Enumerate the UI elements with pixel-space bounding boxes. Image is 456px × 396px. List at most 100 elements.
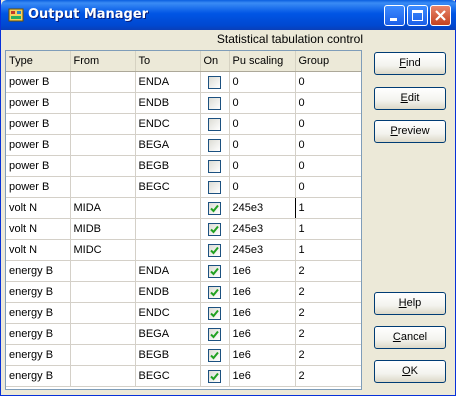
cell-on[interactable]: [200, 281, 230, 303]
table-row[interactable]: power B BEGB 0 0: [6, 155, 361, 177]
cell-to[interactable]: BEGA: [135, 323, 201, 345]
table-row[interactable]: volt N MIDC 245e3 1: [6, 239, 361, 261]
cell-to[interactable]: BEGB: [135, 344, 201, 366]
cell-on[interactable]: [200, 176, 230, 198]
cell-type[interactable]: energy B: [6, 260, 71, 282]
cell-from[interactable]: MIDA: [70, 197, 136, 219]
cell-type[interactable]: energy B: [6, 344, 71, 366]
cell-group[interactable]: 2: [295, 302, 361, 324]
cell-on[interactable]: [200, 113, 230, 135]
cell-to[interactable]: BEGB: [135, 155, 201, 177]
cell-to[interactable]: ENDC: [135, 113, 201, 135]
cell-from[interactable]: [70, 92, 136, 114]
table-row[interactable]: energy B ENDA 1e6 2: [6, 260, 361, 282]
cell-from[interactable]: MIDB: [70, 218, 136, 240]
cell-type[interactable]: volt N: [6, 218, 71, 240]
cell-from[interactable]: [70, 344, 136, 366]
cell-type[interactable]: energy B: [6, 365, 71, 387]
edit-button[interactable]: Edit: [374, 87, 446, 110]
cell-pu-scaling[interactable]: 0: [229, 92, 296, 114]
cell-from[interactable]: [70, 134, 136, 156]
table-row[interactable]: energy B BEGA 1e6 2: [6, 323, 361, 345]
cell-type[interactable]: power B: [6, 176, 71, 198]
table-row[interactable]: energy B BEGB 1e6 2: [6, 344, 361, 366]
on-checkbox[interactable]: [208, 201, 221, 215]
on-checkbox[interactable]: [208, 327, 221, 341]
on-checkbox[interactable]: [208, 180, 221, 194]
col-header-to[interactable]: To: [135, 51, 201, 72]
on-checkbox[interactable]: [208, 117, 221, 131]
cell-to[interactable]: [135, 239, 201, 261]
cell-type[interactable]: volt N: [6, 239, 71, 261]
close-button[interactable]: [430, 5, 451, 26]
cell-pu-scaling[interactable]: 1e6: [229, 302, 296, 324]
cell-to[interactable]: BEGC: [135, 365, 201, 387]
title-bar[interactable]: Output Manager: [1, 0, 456, 30]
preview-button[interactable]: Preview: [374, 120, 446, 143]
cell-from[interactable]: MIDC: [70, 239, 136, 261]
cell-type[interactable]: volt N: [6, 197, 71, 219]
cell-group[interactable]: 0: [295, 176, 361, 198]
table-row[interactable]: power B BEGC 0 0: [6, 176, 361, 198]
cell-on[interactable]: [200, 365, 230, 387]
cell-on[interactable]: [200, 92, 230, 114]
cell-type[interactable]: power B: [6, 134, 71, 156]
cell-type[interactable]: energy B: [6, 323, 71, 345]
cell-group[interactable]: 2: [295, 323, 361, 345]
cell-to[interactable]: ENDC: [135, 302, 201, 324]
cell-type[interactable]: power B: [6, 92, 71, 114]
table-row[interactable]: power B ENDB 0 0: [6, 92, 361, 114]
cell-group[interactable]: 1: [295, 218, 361, 240]
cell-pu-scaling[interactable]: 245e3: [229, 197, 296, 219]
cell-group[interactable]: 0: [295, 155, 361, 177]
cell-pu-scaling[interactable]: 0: [229, 71, 296, 93]
cell-to[interactable]: BEGA: [135, 134, 201, 156]
cell-group[interactable]: 0: [295, 71, 361, 93]
cell-pu-scaling[interactable]: 1e6: [229, 365, 296, 387]
cell-group[interactable]: 0: [295, 113, 361, 135]
cell-pu-scaling[interactable]: 1e6: [229, 281, 296, 303]
cell-from[interactable]: [70, 281, 136, 303]
cell-pu-scaling[interactable]: 0: [229, 134, 296, 156]
cell-from[interactable]: [70, 155, 136, 177]
cell-from[interactable]: [70, 365, 136, 387]
cell-group[interactable]: 1: [295, 239, 361, 261]
on-checkbox[interactable]: [208, 264, 221, 278]
cell-type[interactable]: energy B: [6, 302, 71, 324]
cell-pu-scaling[interactable]: 1e6: [229, 260, 296, 282]
cell-to[interactable]: ENDB: [135, 92, 201, 114]
col-header-group[interactable]: Group: [295, 51, 361, 72]
cell-from[interactable]: [70, 71, 136, 93]
col-header-on[interactable]: On: [200, 51, 230, 72]
cell-type[interactable]: power B: [6, 155, 71, 177]
output-table[interactable]: Type From To On Pu scaling Group power B…: [5, 50, 362, 390]
cell-pu-scaling[interactable]: 1e6: [229, 344, 296, 366]
table-row[interactable]: power B ENDA 0 0: [6, 71, 361, 93]
on-checkbox[interactable]: [208, 222, 221, 236]
cell-to[interactable]: [135, 197, 201, 219]
cell-to[interactable]: ENDA: [135, 260, 201, 282]
on-checkbox[interactable]: [208, 306, 221, 320]
find-button[interactable]: Find: [374, 52, 446, 75]
cell-group[interactable]: 2: [295, 344, 361, 366]
cell-group[interactable]: 2: [295, 260, 361, 282]
cell-to[interactable]: ENDB: [135, 281, 201, 303]
cell-on[interactable]: [200, 218, 230, 240]
cell-on[interactable]: [200, 260, 230, 282]
cell-pu-scaling[interactable]: 0: [229, 113, 296, 135]
col-header-from[interactable]: From: [70, 51, 136, 72]
cancel-button[interactable]: Cancel: [374, 326, 446, 349]
cell-from[interactable]: [70, 113, 136, 135]
minimize-button[interactable]: [384, 5, 405, 26]
on-checkbox[interactable]: [208, 243, 221, 257]
table-row[interactable]: power B ENDC 0 0: [6, 113, 361, 135]
cell-from[interactable]: [70, 260, 136, 282]
cell-on[interactable]: [200, 134, 230, 156]
col-header-pu-scaling[interactable]: Pu scaling: [229, 51, 296, 72]
on-checkbox[interactable]: [208, 285, 221, 299]
cell-pu-scaling[interactable]: 245e3: [229, 218, 296, 240]
table-row[interactable]: energy B ENDB 1e6 2: [6, 281, 361, 303]
cell-on[interactable]: [200, 239, 230, 261]
help-button[interactable]: Help: [374, 292, 446, 315]
cell-group[interactable]: 2: [295, 365, 361, 387]
